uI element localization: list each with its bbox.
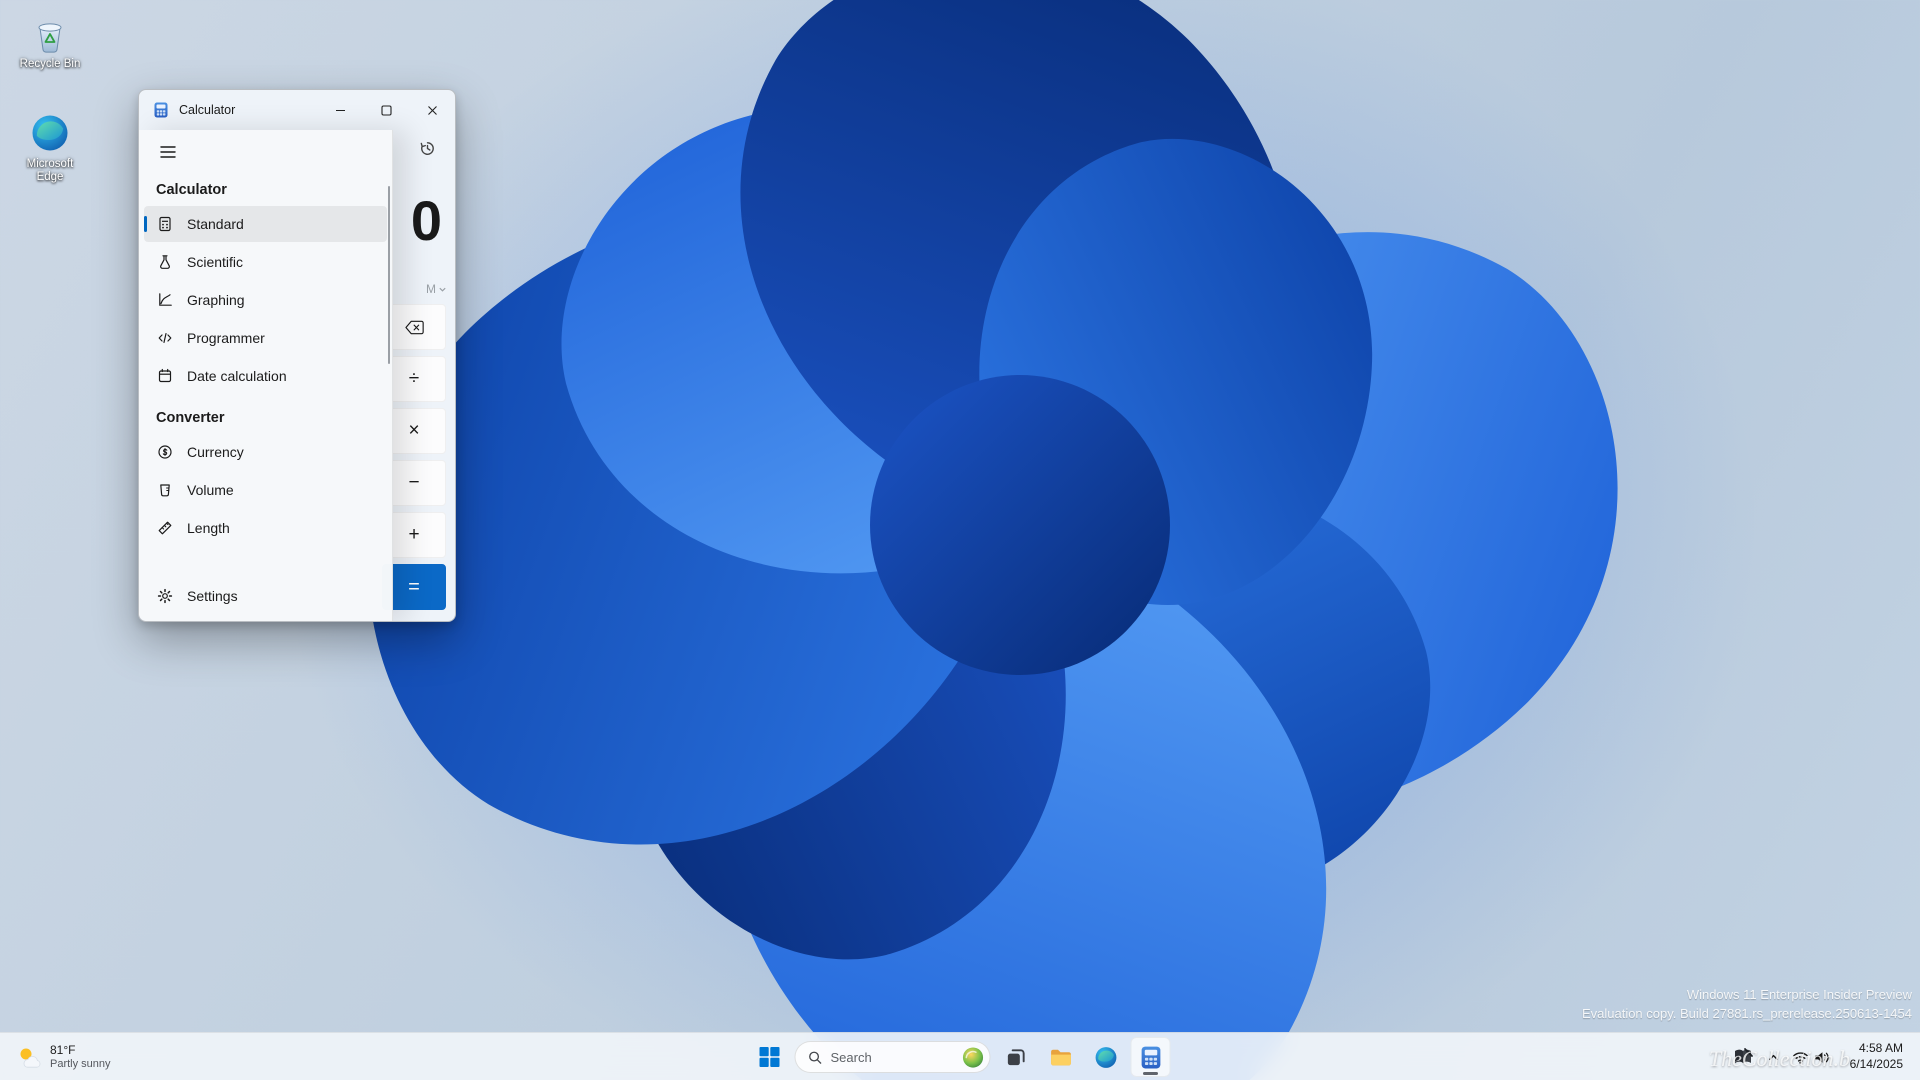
nav-item-label: Volume (187, 482, 234, 498)
weather-temperature: 81°F (50, 1043, 75, 1058)
gear-icon (156, 588, 173, 605)
volume-icon (1813, 1049, 1830, 1066)
calculator-taskbar-button[interactable] (1131, 1037, 1171, 1077)
memory-label: M (426, 282, 436, 296)
hamburger-menu-button[interactable] (149, 135, 187, 169)
start-button[interactable] (750, 1037, 790, 1077)
tray-date: 6/14/2025 (1850, 1057, 1903, 1073)
nav-item-volume[interactable]: Volume (144, 472, 387, 508)
nav-item-label: Currency (187, 444, 244, 460)
file-explorer-icon (1048, 1045, 1073, 1070)
nav-scrollbar[interactable] (388, 186, 391, 364)
nav-item-label: Length (187, 520, 230, 536)
desktop: { "theme": { "accent": "#0067c0" }, "des… (0, 0, 1920, 1080)
calculator-nav-flyout: Calculator Standard Scientific Graphing (139, 130, 393, 621)
windows-logo-icon (759, 1046, 781, 1068)
chevron-up-icon (1767, 1051, 1780, 1064)
tray-overflow-button[interactable] (1762, 1037, 1785, 1077)
collection-logo-button[interactable] (1726, 1037, 1760, 1077)
taskbar-center-cluster: Search (750, 1037, 1171, 1077)
desktop-icon-label: Microsoft Edge (14, 158, 86, 184)
nav-item-graphing[interactable]: Graphing (144, 282, 387, 318)
search-placeholder: Search (831, 1050, 954, 1065)
nav-item-scientific[interactable]: Scientific (144, 244, 387, 280)
close-button[interactable] (409, 90, 455, 130)
code-icon (156, 330, 173, 347)
nav-item-label: Programmer (187, 330, 265, 346)
calculator-icon (1138, 1045, 1163, 1070)
ruler-icon (156, 520, 173, 537)
science-flask-icon (156, 254, 173, 271)
tray-time: 4:58 AM (1859, 1041, 1903, 1057)
taskbar: 81°F Partly sunny Search (0, 1032, 1920, 1080)
close-icon (427, 105, 438, 116)
nav-item-label: Settings (187, 588, 238, 604)
desktop-icon-recycle-bin[interactable]: Recycle Bin (6, 14, 94, 71)
nav-item-label: Standard (187, 216, 244, 232)
nav-item-date-calculation[interactable]: Date calculation (144, 358, 387, 394)
partly-sunny-icon (16, 1044, 42, 1070)
graph-icon (156, 292, 173, 309)
minimize-icon (335, 105, 346, 116)
nav-item-label: Scientific (187, 254, 243, 270)
minimize-button[interactable] (317, 90, 363, 130)
hamburger-icon (160, 145, 176, 159)
nav-item-programmer[interactable]: Programmer (144, 320, 387, 356)
clock-button[interactable]: 4:58 AM 6/14/2025 (1837, 1037, 1916, 1077)
standard-calculator-icon (156, 216, 173, 233)
memory-flyout-button[interactable]: M (426, 282, 447, 296)
desktop-icon-label: Recycle Bin (20, 58, 81, 71)
bloom-wallpaper (250, 0, 1790, 1080)
nav-section-header-calculator: Calculator (139, 174, 392, 204)
nav-section-header-converter: Converter (139, 396, 392, 432)
nav-list: Calculator Standard Scientific Graphing (139, 174, 392, 548)
window-title: Calculator (179, 103, 235, 117)
task-view-icon (1004, 1046, 1027, 1069)
recycle-bin-icon (30, 14, 70, 54)
file-explorer-button[interactable] (1041, 1037, 1081, 1077)
watermark-line-2: Evaluation copy. Build 27881.rs_prerelea… (1582, 1005, 1912, 1024)
insider-preview-watermark: Windows 11 Enterprise Insider Preview Ev… (1582, 986, 1912, 1024)
calculator-window: Calculator 0 M (138, 89, 456, 622)
chevron-down-icon (438, 285, 447, 294)
history-icon[interactable] (409, 132, 445, 164)
book-pen-icon (1731, 1045, 1755, 1069)
calculator-app-icon (153, 102, 169, 118)
backspace-icon (405, 320, 424, 335)
network-icon (1792, 1049, 1809, 1066)
measuring-cup-icon (156, 482, 173, 499)
calendar-icon (156, 368, 173, 385)
system-tray-button[interactable] (1787, 1037, 1835, 1077)
taskbar-tray: 4:58 AM 6/14/2025 (1726, 1033, 1916, 1080)
task-view-button[interactable] (996, 1037, 1036, 1077)
nav-item-label: Date calculation (187, 368, 287, 384)
currency-icon (156, 444, 173, 461)
edge-taskbar-button[interactable] (1086, 1037, 1126, 1077)
search-highlight-icon (962, 1046, 985, 1069)
weather-condition: Partly sunny (50, 1058, 111, 1072)
search-input[interactable]: Search (795, 1041, 991, 1073)
desktop-icon-microsoft-edge[interactable]: Microsoft Edge (6, 112, 94, 184)
search-icon (808, 1050, 823, 1065)
nav-item-standard[interactable]: Standard (144, 206, 387, 242)
nav-item-settings[interactable]: Settings (144, 578, 387, 614)
weather-widget-button[interactable]: 81°F Partly sunny (4, 1033, 123, 1080)
maximize-button[interactable] (363, 90, 409, 130)
nav-item-length[interactable]: Length (144, 510, 387, 546)
edge-icon (29, 112, 71, 154)
watermark-line-1: Windows 11 Enterprise Insider Preview (1582, 986, 1912, 1005)
maximize-icon (381, 105, 392, 116)
nav-item-label: Graphing (187, 292, 245, 308)
calculator-display: 0 (411, 188, 441, 253)
edge-icon (1093, 1045, 1118, 1070)
nav-item-currency[interactable]: Currency (144, 434, 387, 470)
calculator-titlebar[interactable]: Calculator (139, 90, 455, 130)
